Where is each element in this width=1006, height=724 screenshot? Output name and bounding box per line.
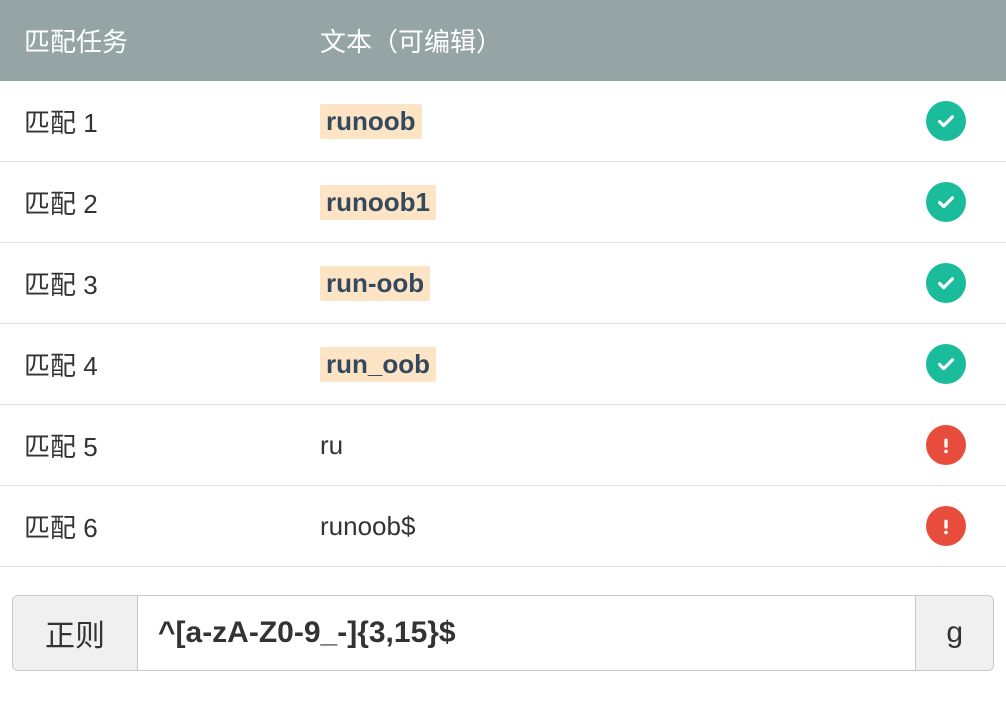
rows-container: 匹配 1runoob匹配 2runoob1匹配 3run-oob匹配 4run_…	[0, 81, 1006, 567]
row-status	[886, 506, 1006, 546]
row-text-cell[interactable]: run-oob	[320, 266, 886, 301]
check-icon	[926, 344, 966, 384]
table-row: 匹配 2runoob1	[0, 162, 1006, 243]
table-row: 匹配 6runoob$	[0, 486, 1006, 567]
matched-text: run-oob	[320, 266, 430, 301]
regex-test-table: 匹配任务 文本（可编辑） 匹配 1runoob匹配 2runoob1匹配 3ru…	[0, 0, 1006, 671]
row-task-label: 匹配 2	[0, 184, 320, 221]
check-icon	[926, 101, 966, 141]
row-status	[886, 101, 1006, 141]
regex-input[interactable]	[138, 596, 915, 670]
header-task: 匹配任务	[0, 22, 320, 59]
row-status	[886, 263, 1006, 303]
regex-label: 正则	[13, 596, 138, 670]
check-icon	[926, 182, 966, 222]
matched-text: runoob	[320, 104, 422, 139]
row-task-label: 匹配 6	[0, 508, 320, 545]
row-task-label: 匹配 3	[0, 265, 320, 302]
exclamation-icon	[926, 425, 966, 465]
row-status	[886, 425, 1006, 465]
row-text-cell[interactable]: runoob	[320, 104, 886, 139]
row-text-cell[interactable]: ru	[320, 430, 886, 461]
unmatched-text: ru	[320, 430, 343, 460]
header-text: 文本（可编辑）	[320, 22, 886, 59]
regex-bar: 正则 g	[12, 595, 994, 671]
regex-flags[interactable]: g	[915, 596, 993, 670]
header-status	[886, 22, 1006, 59]
row-text-cell[interactable]: runoob$	[320, 511, 886, 542]
table-header: 匹配任务 文本（可编辑）	[0, 0, 1006, 81]
table-row: 匹配 4run_oob	[0, 324, 1006, 405]
unmatched-text: runoob$	[320, 511, 415, 541]
row-status	[886, 182, 1006, 222]
matched-text: run_oob	[320, 347, 436, 382]
row-status	[886, 344, 1006, 384]
table-row: 匹配 1runoob	[0, 81, 1006, 162]
row-text-cell[interactable]: runoob1	[320, 185, 886, 220]
row-task-label: 匹配 5	[0, 427, 320, 464]
row-task-label: 匹配 4	[0, 346, 320, 383]
table-row: 匹配 5ru	[0, 405, 1006, 486]
row-task-label: 匹配 1	[0, 103, 320, 140]
check-icon	[926, 263, 966, 303]
row-text-cell[interactable]: run_oob	[320, 347, 886, 382]
matched-text: runoob1	[320, 185, 436, 220]
exclamation-icon	[926, 506, 966, 546]
table-row: 匹配 3run-oob	[0, 243, 1006, 324]
